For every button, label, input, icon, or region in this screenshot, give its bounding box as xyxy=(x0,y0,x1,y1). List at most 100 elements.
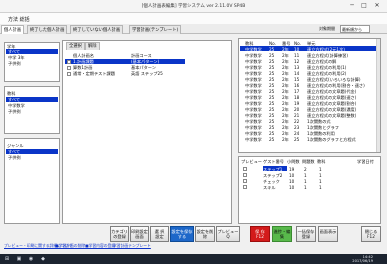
unit-cell[interactable]: 25 xyxy=(294,137,299,142)
unit-cell[interactable]: 18 xyxy=(294,95,299,100)
app-header: 方法 総括 xyxy=(0,13,387,24)
question-checkbox[interactable] xyxy=(243,167,247,171)
explorer-icon[interactable]: ▣ xyxy=(14,255,24,263)
unit-cell[interactable]: 中学数学 xyxy=(245,137,262,143)
unit-cell[interactable]: 25 xyxy=(269,77,274,82)
question-cell[interactable]: 19 xyxy=(289,167,294,172)
clear-button[interactable]: 解除 xyxy=(85,42,100,50)
unit-cell[interactable]: 25 xyxy=(269,95,274,100)
unit-cell[interactable]: 16 xyxy=(294,83,299,88)
plan-checkbox[interactable] xyxy=(67,72,71,76)
start-icon[interactable]: ⊞ xyxy=(2,255,12,263)
question-cell[interactable]: 10 xyxy=(289,173,294,178)
unit-list-scrollbar[interactable] xyxy=(376,39,380,152)
plan-course: (基本パターン) xyxy=(131,59,160,64)
search-icon: Q xyxy=(226,234,230,239)
unit-cell[interactable]: 25 xyxy=(269,119,274,124)
tab-template[interactable]: 学習計画(テンプレート) xyxy=(129,25,182,34)
delete-plan-link[interactable]: ■学習計画の削除 xyxy=(55,243,85,249)
progress-edit-button[interactable]: 進捗・編集 xyxy=(272,226,292,242)
question-checkbox[interactable] xyxy=(243,179,247,183)
unit-cell[interactable]: 13 xyxy=(294,65,299,70)
tab-finished-plan[interactable]: 終了した個人計画 xyxy=(27,25,68,34)
register-content-link[interactable]: ■学習内容の登録 xyxy=(85,243,115,249)
close-button[interactable]: ✕ xyxy=(371,0,383,11)
grade-selected[interactable]: すべて xyxy=(6,49,58,54)
select-settings-button[interactable]: 選 択設定 xyxy=(150,226,169,242)
question-cell[interactable]: 1 xyxy=(319,167,322,172)
unit-cell[interactable]: 20 xyxy=(294,107,299,112)
window-title: [個人計画表編集] 学習システム ver 2.11.0V SP4B xyxy=(141,4,246,9)
subject-selected[interactable]: すべて xyxy=(6,97,58,102)
tab-unfinished-plan[interactable]: 終了していない個人計画 xyxy=(70,25,124,34)
category-register-button[interactable]: カテゴリ の登録 xyxy=(110,226,129,242)
plan-row[interactable]: 通常・定期テスト課題 英語 ステップ25 xyxy=(67,71,163,77)
question-cell[interactable]: 10 xyxy=(289,185,294,190)
unit-cell[interactable]: 25 xyxy=(269,83,274,88)
unit-cell[interactable]: 25 xyxy=(269,59,274,64)
question-checkbox[interactable] xyxy=(243,173,247,177)
unit-cell[interactable]: 25 xyxy=(269,65,274,70)
plan-checkbox[interactable] xyxy=(67,66,71,70)
unit-cell[interactable]: 12 xyxy=(294,59,299,64)
select-all-button[interactable]: 全選択 xyxy=(66,42,85,50)
unit-cell[interactable]: 15 xyxy=(294,77,299,82)
genre-selected[interactable]: すべて xyxy=(6,149,58,154)
plan-checkbox[interactable] xyxy=(67,60,71,64)
title-bar: [個人計画表編集] 学習システム ver 2.11.0V SP4B ─ □ ✕ xyxy=(0,0,387,13)
unit-cell[interactable]: 25 xyxy=(269,113,274,118)
tab-personal-plan[interactable]: 個人計画 xyxy=(1,25,25,34)
screen-display-button[interactable]: 画面表示 xyxy=(318,226,338,242)
question-checkbox[interactable] xyxy=(243,185,247,189)
save-settings-button[interactable]: 設定を保存する xyxy=(170,226,194,242)
unit-cell[interactable]: 25 xyxy=(269,131,274,136)
maximize-button[interactable]: □ xyxy=(358,0,370,11)
unit-cell[interactable]: 25 xyxy=(269,89,274,94)
browser-icon[interactable]: ◉ xyxy=(26,255,36,263)
question-cell[interactable]: 1 xyxy=(304,173,307,178)
unit-cell[interactable]: 1次関数のグラフと方程式 xyxy=(307,137,356,143)
unit-cell[interactable]: 19 xyxy=(294,101,299,106)
unit-cell[interactable]: 22 xyxy=(294,119,299,124)
question-cell[interactable]: 10 xyxy=(289,179,294,184)
unit-cell[interactable]: 11 xyxy=(294,53,299,58)
period-select[interactable]: 最新順から xyxy=(340,25,370,33)
subject-item[interactable]: 子供例 xyxy=(8,109,21,115)
unit-cell[interactable]: 14 xyxy=(294,71,299,76)
bulk-save-button[interactable]: 一括保存 登録 xyxy=(296,226,316,242)
save-button[interactable]: 保 存 F12 xyxy=(250,226,270,242)
app-icon[interactable]: ◆ xyxy=(38,255,48,263)
unit-cell[interactable]: 23 xyxy=(294,125,299,130)
question-cell[interactable]: 1 xyxy=(304,185,307,190)
close-window-button[interactable]: 閉じる F12 xyxy=(361,226,381,242)
question-cell[interactable]: 1 xyxy=(319,179,322,184)
unit-cell[interactable]: 17 xyxy=(294,89,299,94)
unit-cell[interactable]: 10 xyxy=(294,47,299,52)
unit-cell[interactable]: 25 xyxy=(269,137,274,142)
unit-cell[interactable]: 2年 xyxy=(282,137,289,143)
unit-cell[interactable]: 25 xyxy=(269,101,274,106)
print-settings-button[interactable]: 印刷設定 画面 xyxy=(130,226,149,242)
unit-cell[interactable]: 25 xyxy=(269,71,274,76)
unit-cell[interactable]: 25 xyxy=(269,125,274,130)
delete-settings-button[interactable]: 設定を削除 xyxy=(195,226,215,242)
question-cell[interactable]: 2 xyxy=(304,167,307,172)
unit-cell[interactable]: 25 xyxy=(269,107,274,112)
question-cell[interactable]: スキル xyxy=(263,185,276,191)
preview-button[interactable]: プレビュー Q xyxy=(216,226,240,242)
question-cell[interactable]: 1 xyxy=(319,173,322,178)
col-preview: プレビュー xyxy=(241,159,262,164)
unit-cell[interactable]: 24 xyxy=(294,131,299,136)
unit-cell[interactable]: 21 xyxy=(294,113,299,118)
question-cell[interactable]: 1 xyxy=(304,179,307,184)
question-cell[interactable]: 1 xyxy=(319,185,322,190)
grade-item[interactable]: 子供例 xyxy=(8,61,21,67)
plan-row-selected[interactable]: 1.計画課題 (基本パターン) xyxy=(65,59,185,64)
unit-cell[interactable]: 25 xyxy=(269,53,274,58)
unit-cell[interactable]: 25 xyxy=(269,47,274,52)
col-date: 学習日付 xyxy=(357,159,374,164)
template-link[interactable]: 学習計画テンプレート xyxy=(113,243,151,249)
col-count: 問題数 xyxy=(302,159,315,164)
genre-item[interactable]: 子供例 xyxy=(8,155,21,161)
minimize-button[interactable]: ─ xyxy=(346,0,358,11)
